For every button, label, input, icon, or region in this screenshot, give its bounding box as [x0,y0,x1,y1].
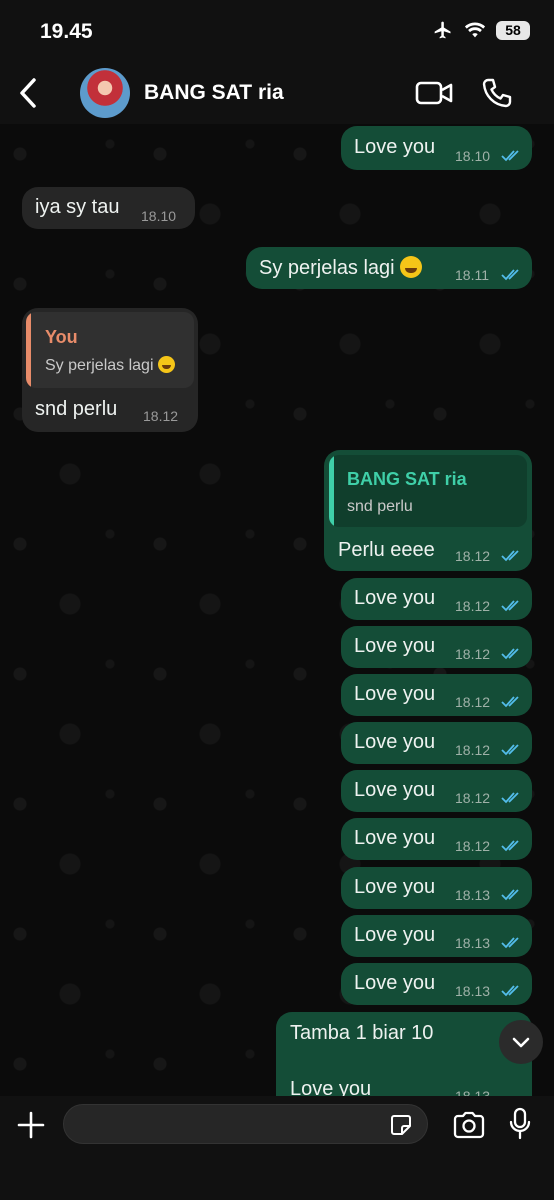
quoted-message[interactable]: You Sy perjelas lagi [26,312,194,388]
quoted-message[interactable]: BANG SAT ria snd perlu [329,455,527,527]
message-time: 18.13 [455,935,491,951]
read-receipt-icon [501,889,519,901]
outgoing-message[interactable]: Love you 18.12 [341,770,532,812]
airplane-icon [434,21,451,39]
back-arrow-icon[interactable] [14,76,44,110]
message-text-value: Sy perjelas lagi [259,257,395,279]
message-time: 18.10 [141,208,177,224]
read-receipt-icon [501,840,519,852]
message-input-container[interactable] [63,1104,428,1145]
outgoing-reply-message[interactable]: BANG SAT ria snd perlu Perlu eeee 18.12 [324,450,532,571]
sticker-icon[interactable] [389,1113,413,1137]
message-time: 18.13 [455,887,491,903]
chat-area[interactable]: Love you 18.10 iya sy tau 18.10 Sy perje… [0,124,554,1096]
quote-author: You [45,327,78,347]
message-time: 18.12 [455,742,491,758]
message-time: 18.12 [455,598,491,614]
read-receipt-icon [501,150,519,162]
chat-header: BANG SAT ria [0,62,554,124]
phone-call-icon[interactable] [480,76,514,110]
outgoing-message[interactable]: Love you 18.12 [341,578,532,620]
message-text: Love you [354,827,436,849]
contact-avatar[interactable] [80,68,130,118]
status-time: 19.45 [40,20,93,43]
message-time: 18.13 [455,983,491,999]
message-time: 18.12 [455,838,491,854]
quote-author: BANG SAT ria [347,469,467,489]
read-receipt-icon [501,696,519,708]
message-text: Love you [354,136,436,158]
message-text: Love you [354,587,436,609]
message-text-line-2: Love you [290,1078,372,1096]
message-time: 18.12 [455,694,491,710]
composer-bar [0,1096,554,1200]
message-text: snd perlu [35,398,118,420]
read-receipt-icon [501,550,519,562]
microphone-icon[interactable] [508,1107,532,1141]
incoming-reply-message[interactable]: You Sy perjelas lagi snd perlu 18.12 [22,308,198,432]
outgoing-message[interactable]: Sy perjelas lagi 18.11 [246,247,532,289]
read-receipt-icon [501,648,519,660]
read-receipt-icon [501,985,519,997]
rolling-laughing-emoji-icon [157,356,175,373]
message-text: Love you [354,972,436,994]
outgoing-message[interactable]: Love you 18.13 [341,963,532,1005]
outgoing-message[interactable]: Love you 18.10 [341,126,532,170]
outgoing-message[interactable]: Love you 18.13 [341,915,532,957]
message-time: 18.12 [455,646,491,662]
chevron-down-icon [512,1037,530,1048]
message-time: 18.11 [455,267,489,283]
read-receipt-icon [501,792,519,804]
status-icons: 58 [432,20,530,40]
message-text: iya sy tau [35,196,120,218]
message-time: 18.12 [143,408,179,424]
message-text: Love you [354,635,436,657]
camera-icon[interactable] [452,1111,486,1139]
quote-bar [329,455,334,527]
quote-bar [26,312,31,388]
message-text: Sy perjelas lagi [259,256,423,280]
message-input[interactable] [80,1105,384,1145]
message-time: 18.12 [455,548,491,564]
quote-text: Sy perjelas lagi [45,356,175,375]
read-receipt-icon [501,600,519,612]
video-call-icon[interactable] [414,77,454,109]
message-text: Love you [354,683,436,705]
outgoing-message[interactable]: Love you 18.12 [341,626,532,668]
outgoing-message[interactable]: Love you 18.13 [341,867,532,909]
message-text: Tamba 1 biar 10 [290,1022,434,1044]
outgoing-message[interactable]: Love you 18.12 [341,722,532,764]
message-text: Love you [354,779,436,801]
outgoing-message[interactable]: Love you 18.12 [341,818,532,860]
contact-name[interactable]: BANG SAT ria [144,81,284,105]
plus-icon[interactable] [16,1110,46,1140]
message-time: 18.12 [455,790,491,806]
wifi-icon [464,22,486,38]
message-text: Love you [354,924,436,946]
quote-text: snd perlu [347,498,413,515]
outgoing-message[interactable]: Tamba 1 biar 10 Love you 18.13 [276,1012,532,1096]
message-text: Perlu eeee [338,539,435,561]
message-time: 18.10 [455,148,491,164]
quote-text-value: Sy perjelas lagi [45,357,154,374]
read-receipt-icon [501,744,519,756]
scroll-to-bottom-button[interactable] [499,1020,543,1064]
read-receipt-icon [501,269,519,281]
battery-indicator: 58 [496,20,530,40]
read-receipt-icon [501,937,519,949]
message-text: Love you [354,876,436,898]
outgoing-message[interactable]: Love you 18.12 [341,674,532,716]
status-bar: 19.45 58 [0,0,554,62]
message-time: 18.13 [455,1088,491,1096]
message-text: Love you [354,731,436,753]
rolling-laughing-emoji-icon [400,256,423,278]
incoming-message[interactable]: iya sy tau 18.10 [22,187,195,229]
